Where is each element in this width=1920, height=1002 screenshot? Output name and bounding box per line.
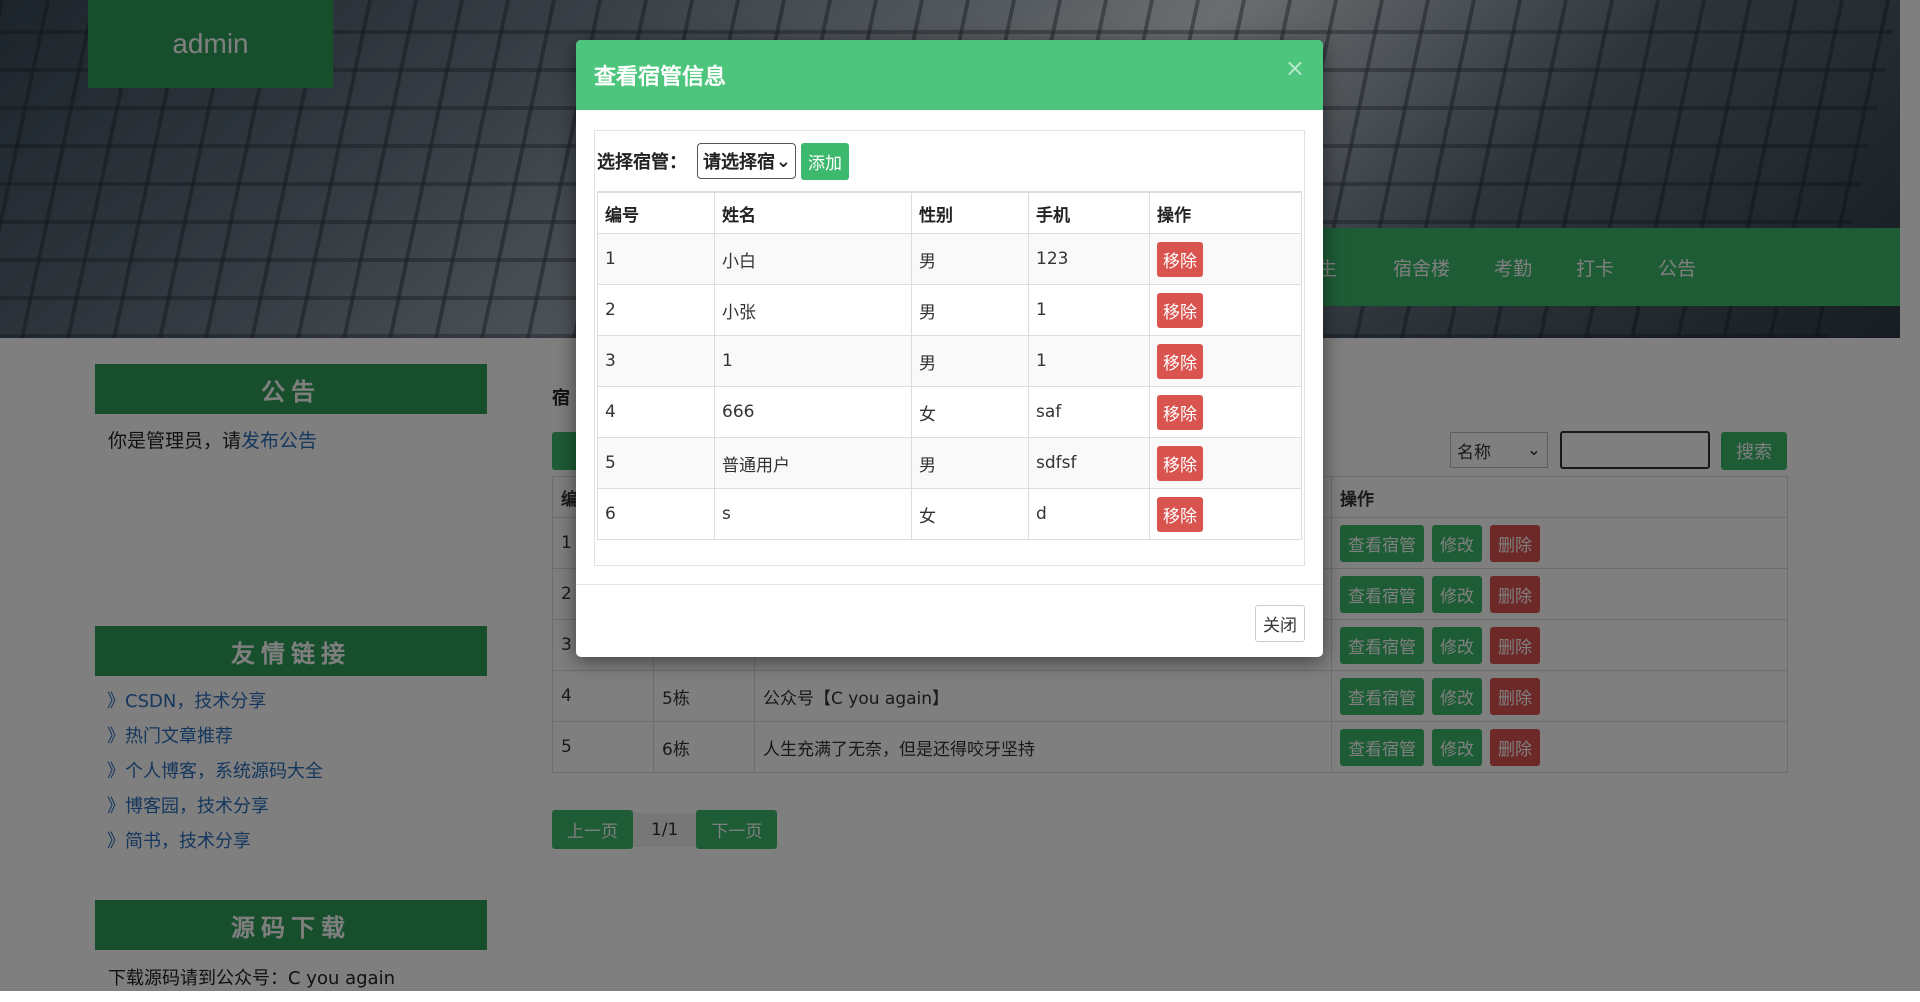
cell-id: 5 — [597, 437, 715, 489]
pick-manager-label: 选择宿管： — [597, 152, 687, 173]
cell-name: 普通用户 — [714, 437, 912, 489]
cell-actions: 移除 — [1149, 437, 1302, 489]
cell-gender: 男 — [911, 437, 1029, 489]
cell-actions: 移除 — [1149, 488, 1302, 540]
chevron-down-icon: ⌄ — [775, 150, 791, 172]
cell-actions: 移除 — [1149, 335, 1302, 387]
column-header: 操作 — [1149, 191, 1302, 234]
cell-phone: saf — [1028, 386, 1150, 438]
cell-name: s — [714, 488, 912, 540]
view-manager-modal: 查看宿管信息 × 选择宿管： 请选择宿 ⌄ 添加 编号 姓名 性别 手机 操作 — [576, 40, 1323, 657]
cell-phone: d — [1028, 488, 1150, 540]
manager-list-box: 选择宿管： 请选择宿 ⌄ 添加 编号 姓名 性别 手机 操作 1 小白 男 12… — [594, 130, 1305, 566]
cell-phone: sdfsf — [1028, 437, 1150, 489]
remove-button[interactable]: 移除 — [1157, 343, 1203, 379]
cell-id: 6 — [597, 488, 715, 540]
column-header: 手机 — [1028, 191, 1150, 234]
cell-id: 1 — [597, 233, 715, 285]
table-row: 1 小白 男 123 移除 — [597, 233, 1302, 285]
close-icon[interactable]: × — [1285, 54, 1305, 82]
cell-phone: 1 — [1028, 335, 1150, 387]
table-row: 4 666 女 saf 移除 — [597, 386, 1302, 438]
table-row: 6 s 女 d 移除 — [597, 488, 1302, 540]
remove-button[interactable]: 移除 — [1157, 241, 1203, 277]
cell-actions: 移除 — [1149, 284, 1302, 336]
modal-header: 查看宿管信息 × — [576, 40, 1323, 110]
column-header: 编号 — [597, 191, 715, 234]
table-row: 3 1 男 1 移除 — [597, 335, 1302, 387]
pick-manager-row: 选择宿管： 请选择宿 ⌄ 添加 — [595, 131, 1304, 191]
modal-footer: 关闭 — [576, 584, 1323, 657]
remove-button[interactable]: 移除 — [1157, 496, 1203, 532]
cell-name: 小白 — [714, 233, 912, 285]
cell-gender: 男 — [911, 233, 1029, 285]
close-button[interactable]: 关闭 — [1255, 605, 1305, 642]
cell-gender: 男 — [911, 335, 1029, 387]
manager-select[interactable]: 请选择宿 ⌄ — [697, 143, 796, 179]
table-row: 5 普通用户 男 sdfsf 移除 — [597, 437, 1302, 489]
cell-gender: 女 — [911, 386, 1029, 438]
cell-name: 1 — [714, 335, 912, 387]
cell-actions: 移除 — [1149, 233, 1302, 285]
column-header: 性别 — [911, 191, 1029, 234]
cell-gender: 男 — [911, 284, 1029, 336]
add-manager-button[interactable]: 添加 — [801, 142, 849, 180]
cell-phone: 1 — [1028, 284, 1150, 336]
cell-id: 4 — [597, 386, 715, 438]
cell-id: 2 — [597, 284, 715, 336]
remove-button[interactable]: 移除 — [1157, 394, 1203, 430]
modal-title: 查看宿管信息 — [594, 65, 727, 90]
cell-actions: 移除 — [1149, 386, 1302, 438]
modal-body: 选择宿管： 请选择宿 ⌄ 添加 编号 姓名 性别 手机 操作 1 小白 男 12… — [576, 110, 1323, 584]
manager-select-value: 请选择宿 — [703, 152, 775, 173]
cell-phone: 123 — [1028, 233, 1150, 285]
cell-id: 3 — [597, 335, 715, 387]
manager-table: 编号 姓名 性别 手机 操作 1 小白 男 123 移除 2 小张 男 1 移除… — [597, 191, 1302, 540]
column-header: 姓名 — [714, 191, 912, 234]
cell-gender: 女 — [911, 488, 1029, 540]
table-row: 2 小张 男 1 移除 — [597, 284, 1302, 336]
cell-name: 666 — [714, 386, 912, 438]
cell-name: 小张 — [714, 284, 912, 336]
remove-button[interactable]: 移除 — [1157, 445, 1203, 481]
remove-button[interactable]: 移除 — [1157, 292, 1203, 328]
